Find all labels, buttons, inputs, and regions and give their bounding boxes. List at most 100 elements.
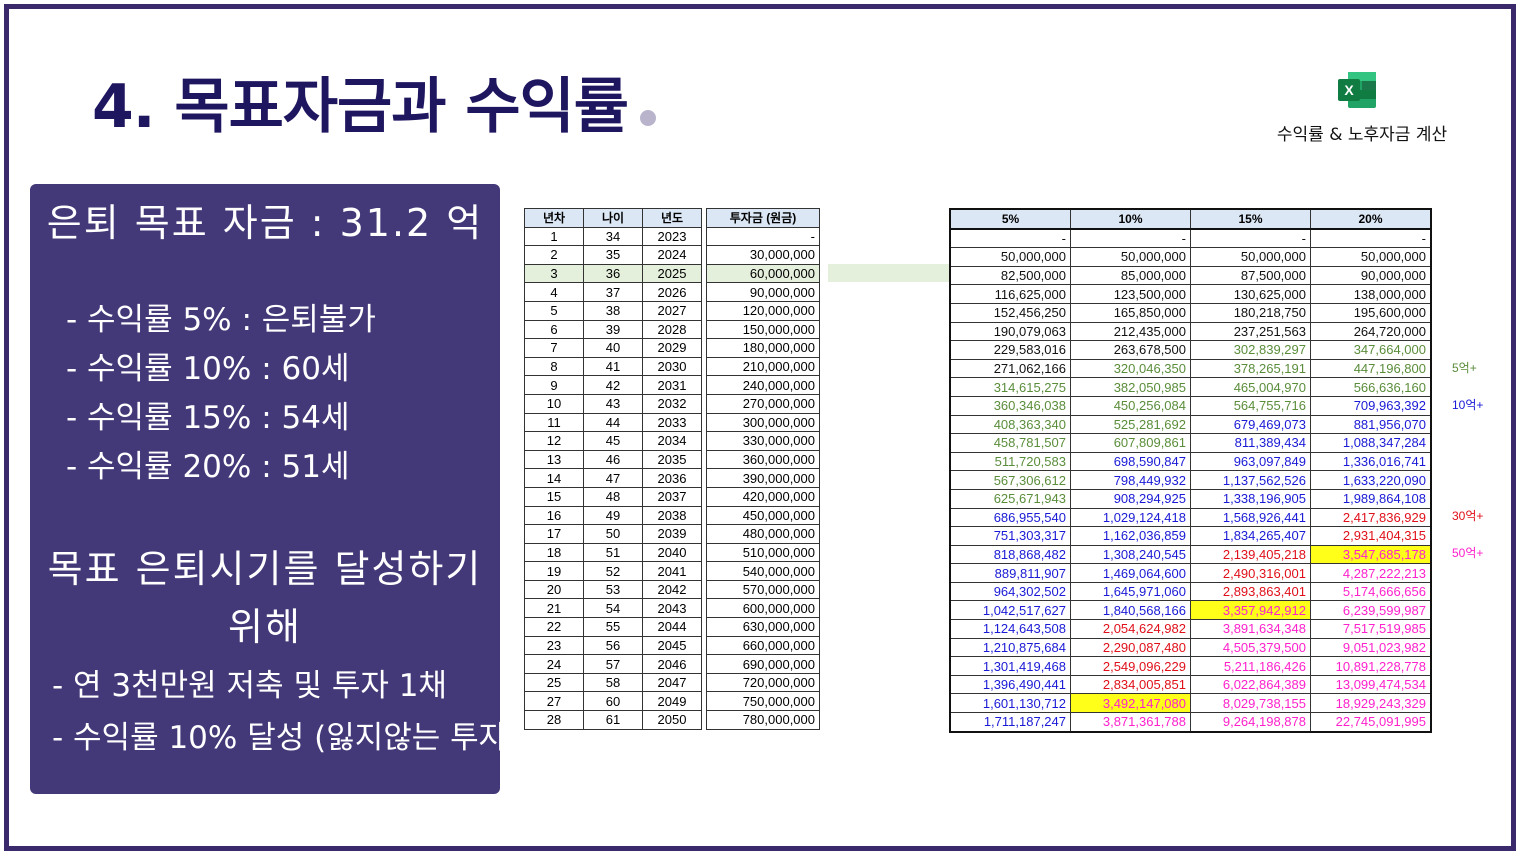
table-cell: 9	[524, 375, 584, 395]
table-cell: 5,211,186,426	[1190, 656, 1311, 676]
table-row: 16 49 2038 450,000,000	[524, 505, 820, 526]
table-cell: 2024	[642, 245, 702, 265]
table-cell: 2,549,096,229	[1070, 656, 1191, 676]
table-row: 25 58 2047 720,000,000	[524, 672, 820, 693]
table-cell: 51	[583, 542, 643, 563]
table-cell: 1,042,517,627	[949, 600, 1071, 621]
table-row: 567,306,612 798,449,932 1,137,562,526 1,633…	[949, 470, 1432, 490]
table-cell: 22	[524, 617, 584, 637]
table-cell: 60,000,000	[706, 263, 820, 284]
table-cell: 212,435,000	[1070, 321, 1191, 342]
table-row: 408,363,340 525,281,692 679,469,073 881,956…	[949, 414, 1432, 435]
table-cell: 450,000,000	[706, 505, 820, 526]
table-row: 152,456,250 165,850,000 180,218,750 195,600…	[949, 302, 1432, 323]
table-cell: 720,000,000	[706, 672, 820, 693]
summary-panel: 은퇴 목표 자금 : 31.2 억 - 수익률 5% : 은퇴불가 - 수익률 …	[30, 184, 519, 794]
table-cell: 123,500,000	[1070, 284, 1191, 304]
table-cell: 8,029,738,155	[1190, 693, 1311, 714]
table-cell: 90,000,000	[706, 282, 820, 302]
table-cell: 2032	[642, 393, 702, 414]
table-cell: 2044	[642, 617, 702, 637]
table-cell: 818,868,482	[949, 544, 1071, 565]
table-cell: 2,490,316,001	[1190, 563, 1311, 583]
table-cell: 50,000,000	[1310, 247, 1432, 267]
table-cell: 14	[524, 468, 584, 488]
table-row: 229,583,016 263,678,500 302,839,297 347,664…	[949, 340, 1432, 360]
table-row: 82,500,000 85,000,000 87,500,000 90,000,000	[949, 265, 1432, 286]
table-cell: 1,645,971,060	[1070, 581, 1191, 602]
table-cell: 40	[583, 338, 643, 358]
table-cell: 15	[524, 486, 584, 507]
table-cell: 1,336,016,741	[1310, 451, 1432, 472]
table-cell: 13	[524, 449, 584, 470]
rate-result-15: - 수익률 15% : 54세	[66, 400, 350, 436]
table-cell: 30,000,000	[706, 245, 820, 265]
table-cell: 1,568,926,441	[1190, 507, 1311, 528]
table-cell: 36	[583, 263, 643, 284]
rate-result-5: - 수익률 5% : 은퇴불가	[66, 302, 376, 338]
table-cell: 10	[524, 393, 584, 414]
table-cell: 302,839,297	[1190, 340, 1311, 360]
table-cell: 1,469,064,600	[1070, 563, 1191, 583]
table-cell: 2,139,405,218	[1190, 544, 1311, 565]
plan-savings: - 연 3천만원 저축 및 투자 1채	[52, 668, 447, 704]
table-cell: 210,000,000	[706, 356, 820, 377]
table-cell: 50,000,000	[1070, 247, 1191, 267]
excel-file-caption[interactable]: 수익률 & 노후자금 계산	[1272, 120, 1452, 145]
table-cell: 798,449,932	[1070, 470, 1191, 490]
table-cell: 270,000,000	[706, 393, 820, 414]
table-cell: 9,051,023,982	[1310, 637, 1432, 658]
table-cell: 1,711,187,247	[949, 712, 1071, 733]
table-cell: 34	[583, 226, 643, 247]
table-cell: 2041	[642, 561, 702, 581]
table-cell: 567,306,612	[949, 470, 1071, 490]
table-row: 360,346,038 450,256,084 564,755,716 709,963…	[949, 395, 1432, 416]
table-row: 14 47 2036 390,000,000	[524, 468, 820, 488]
table-cell: 43	[583, 393, 643, 414]
table-cell: 1,308,240,545	[1070, 544, 1191, 565]
table-cell: 1,601,130,712	[949, 693, 1071, 714]
table-cell: 566,636,160	[1310, 377, 1432, 397]
table-cell: 37	[583, 282, 643, 302]
table-row: 964,302,502 1,645,971,060 2,893,863,401 5,1…	[949, 581, 1432, 602]
milestone-tag: 50억+	[1452, 546, 1484, 561]
table-cell: 465,004,970	[1190, 377, 1311, 397]
table-cell: 1,396,490,441	[949, 674, 1071, 695]
table-cell: 54	[583, 598, 643, 619]
col-header-year-index: 년차	[524, 208, 584, 228]
table-cell: 458,781,507	[949, 433, 1071, 453]
table-cell: 180,000,000	[706, 338, 820, 358]
table-cell: 447,196,800	[1310, 358, 1432, 379]
excel-icon[interactable]: X	[1338, 72, 1376, 108]
table-cell: 240,000,000	[706, 375, 820, 395]
table-row: 19 52 2041 540,000,000	[524, 561, 820, 581]
table-cell: 2033	[642, 412, 702, 433]
table-cell: 1,029,124,418	[1070, 507, 1191, 528]
table-row: 8 41 2030 210,000,000	[524, 356, 820, 377]
table-cell: 152,456,250	[949, 302, 1071, 323]
table-cell: 811,389,434	[1190, 433, 1311, 453]
table-cell: 5	[524, 300, 584, 321]
table-cell: 45	[583, 431, 643, 451]
rate-result-20: - 수익률 20% : 51세	[66, 449, 350, 485]
table-cell: 347,664,000	[1310, 340, 1432, 360]
table-cell: 2031	[642, 375, 702, 395]
table-row: 116,625,000 123,500,000 130,625,000 138,000…	[949, 284, 1432, 304]
table-cell: 17	[524, 524, 584, 544]
table-cell: 53	[583, 579, 643, 600]
table-cell: 4,287,222,213	[1310, 563, 1432, 583]
table-row: 1,301,419,468 2,549,096,229 5,211,186,426 1…	[949, 656, 1432, 676]
table-cell: 9,264,198,878	[1190, 712, 1311, 733]
table-row: 751,303,317 1,162,036,859 1,834,265,407 2,9…	[949, 526, 1432, 546]
table-cell: 2049	[642, 691, 702, 712]
table-cell: 2,290,087,480	[1070, 637, 1191, 658]
table-cell: 698,590,847	[1070, 451, 1191, 472]
table-cell: 607,809,861	[1070, 433, 1191, 453]
table-row: 1,396,490,441 2,834,005,851 6,022,864,389 1…	[949, 674, 1432, 695]
table-row: 314,615,275 382,050,985 465,004,970 566,636…	[949, 377, 1432, 397]
table-row: 1,210,875,684 2,290,087,480 4,505,379,500 9…	[949, 637, 1432, 658]
table-row: ----	[949, 228, 1432, 249]
table-row: 4 37 2026 90,000,000	[524, 282, 820, 302]
table-cell: 625,671,943	[949, 488, 1071, 509]
table-cell: 44	[583, 412, 643, 433]
